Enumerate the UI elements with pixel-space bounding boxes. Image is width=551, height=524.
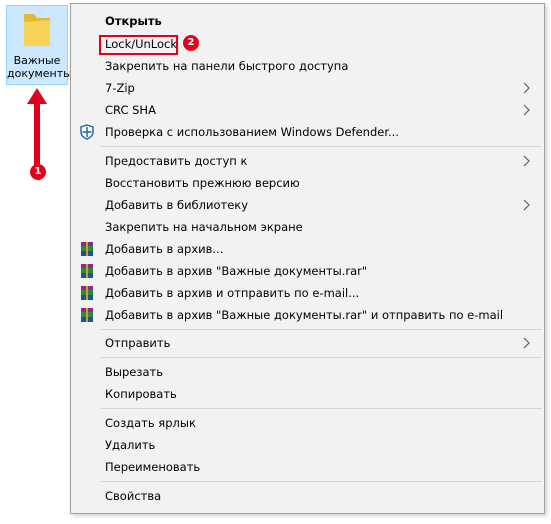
menu-item-add-to-library[interactable]: Добавить в библиотеку <box>71 194 544 216</box>
menu-item-open[interactable]: Открыть <box>71 10 544 32</box>
menu-item-rename[interactable]: Переименовать <box>71 456 544 478</box>
menu-item-give-access[interactable]: Предоставить доступ к <box>71 150 544 172</box>
menu-item-crc-sha[interactable]: CRC SHA <box>71 99 544 121</box>
menu-item-properties[interactable]: Свойства <box>71 485 544 507</box>
menu-item-add-archive-named-email[interactable]: Добавить в архив "Важные документы.rar" … <box>71 304 544 326</box>
annotation-badge-2: 2 <box>183 35 199 51</box>
menu-item-add-archive[interactable]: Добавить в архив... <box>71 238 544 260</box>
menu-separator <box>101 146 542 147</box>
chevron-right-icon <box>523 337 530 349</box>
chevron-right-icon <box>523 104 530 116</box>
context-menu: Открыть Lock/UnLock Закрепить на панели … <box>70 3 545 514</box>
chevron-right-icon <box>523 82 530 94</box>
menu-item-send-to[interactable]: Отправить <box>71 332 544 354</box>
winrar-icon <box>81 242 93 256</box>
menu-separator <box>101 329 542 330</box>
menu-item-create-shortcut[interactable]: Создать ярлык <box>71 412 544 434</box>
chevron-right-icon <box>523 199 530 211</box>
menu-item-pin-start[interactable]: Закрепить на начальном экране <box>71 216 544 238</box>
winrar-icon <box>81 286 93 300</box>
menu-item-pin-quick-access[interactable]: Закрепить на панели быстрого доступа <box>71 55 544 77</box>
winrar-icon <box>81 264 93 278</box>
menu-item-copy[interactable]: Копировать <box>71 383 544 405</box>
menu-item-restore-version[interactable]: Восстановить прежнюю версию <box>71 172 544 194</box>
winrar-icon <box>81 308 93 322</box>
menu-item-add-archive-email[interactable]: Добавить в архив и отправить по e-mail..… <box>71 282 544 304</box>
menu-item-add-archive-named[interactable]: Добавить в архив "Важные документы.rar" <box>71 260 544 282</box>
folder-label: Важные документы <box>7 54 72 80</box>
menu-item-cut[interactable]: Вырезать <box>71 361 544 383</box>
annotation-badge-1: 1 <box>30 164 46 180</box>
menu-item-delete[interactable]: Удалить <box>71 434 544 456</box>
menu-separator <box>101 408 542 409</box>
annotation-highlight-box <box>99 35 178 55</box>
menu-separator <box>101 481 542 482</box>
menu-item-windows-defender[interactable]: Проверка с использованием Windows Defend… <box>71 121 544 143</box>
menu-item-7zip[interactable]: 7-Zip <box>71 77 544 99</box>
folder-icon <box>24 14 50 46</box>
menu-separator <box>101 357 542 358</box>
windows-defender-icon <box>80 124 94 140</box>
desktop-folder[interactable]: Важные документы <box>6 5 72 85</box>
annotation-arrow <box>27 88 47 166</box>
chevron-right-icon <box>523 155 530 167</box>
